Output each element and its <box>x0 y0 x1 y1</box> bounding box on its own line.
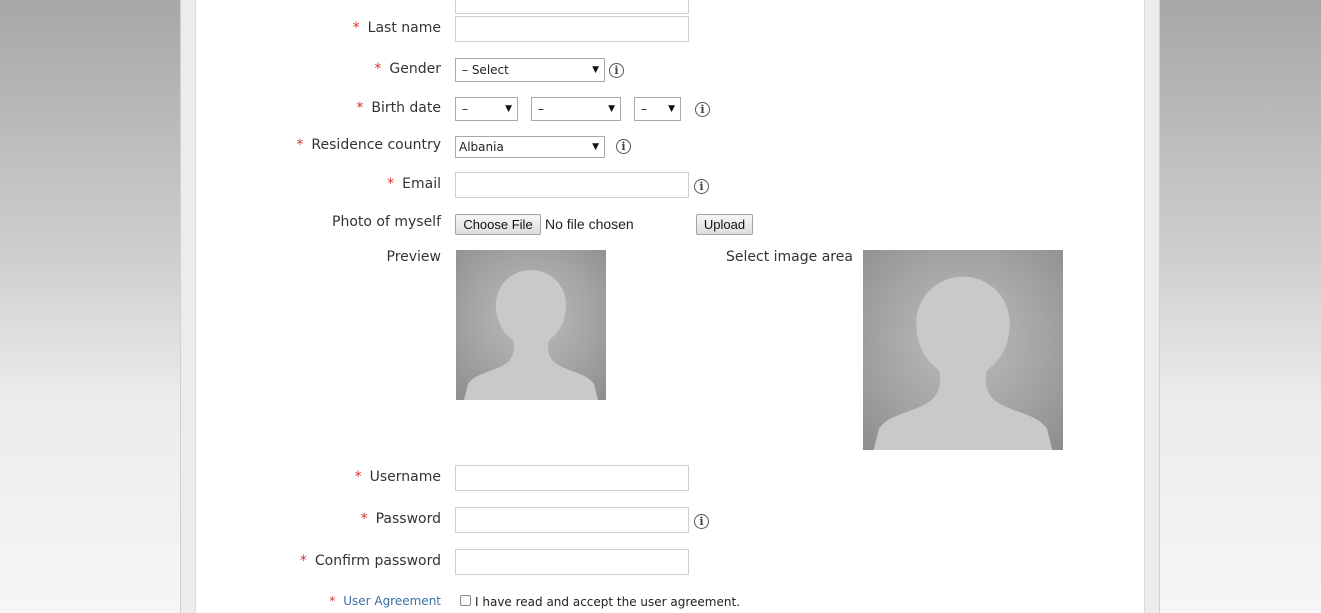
gender-label: * Gender <box>374 61 441 77</box>
residence-country-label: * Residence country <box>296 137 441 153</box>
username-label: * Username <box>354 469 441 485</box>
dropdown-arrow-icon: ▼ <box>608 104 615 114</box>
gender-info-icon[interactable]: i <box>609 63 624 78</box>
required-marker: * <box>374 61 382 77</box>
agreement-checkbox[interactable] <box>460 595 471 606</box>
upload-button[interactable]: Upload <box>696 214 753 235</box>
residence-country-select[interactable]: Albania ▼ <box>455 136 605 158</box>
required-marker: * <box>360 511 368 527</box>
password-input[interactable] <box>455 507 689 533</box>
preview-image <box>456 250 606 400</box>
photo-label: Photo of myself <box>332 214 441 230</box>
email-input[interactable] <box>455 172 689 198</box>
gender-select[interactable]: – Select ▼ <box>455 58 605 82</box>
confirm-password-input[interactable] <box>455 549 689 575</box>
last-name-input[interactable] <box>455 16 689 42</box>
file-status-text: No file chosen <box>545 216 634 232</box>
residence-country-info-icon[interactable]: i <box>616 139 631 154</box>
agreement-text: I have read and accept the user agreemen… <box>475 595 741 609</box>
required-marker: * <box>329 594 336 608</box>
required-marker: * <box>354 469 362 485</box>
birth-day-select[interactable]: – ▼ <box>455 97 518 121</box>
dropdown-arrow-icon: ▼ <box>592 142 599 152</box>
required-marker: * <box>296 137 304 153</box>
user-agreement-label[interactable]: * User Agreement <box>329 594 441 608</box>
last-name-label: * Last name <box>352 20 441 36</box>
choose-file-button[interactable]: Choose File <box>455 214 541 235</box>
password-label: * Password <box>360 511 441 527</box>
required-marker: * <box>352 20 360 36</box>
required-marker: * <box>299 553 307 569</box>
birth-month-select[interactable]: – ▼ <box>531 97 621 121</box>
confirm-password-label: * Confirm password <box>299 553 441 569</box>
password-info-icon[interactable]: i <box>694 514 709 529</box>
avatar-silhouette-icon <box>464 270 598 400</box>
dropdown-arrow-icon: ▼ <box>668 104 675 114</box>
username-input[interactable] <box>455 465 689 491</box>
avatar-silhouette-icon <box>873 276 1053 450</box>
required-marker: * <box>387 176 395 192</box>
first-name-input-partial[interactable] <box>455 0 689 14</box>
dropdown-arrow-icon: ▼ <box>592 65 599 75</box>
birth-date-info-icon[interactable]: i <box>695 102 710 117</box>
crop-area-image[interactable] <box>863 250 1063 450</box>
required-marker: * <box>356 100 364 116</box>
email-label: * Email <box>387 176 441 192</box>
birth-date-label: * Birth date <box>356 100 441 116</box>
preview-label: Preview <box>386 249 442 265</box>
select-image-area-label: Select image area <box>726 249 853 265</box>
birth-year-select[interactable]: – ▼ <box>634 97 681 121</box>
email-info-icon[interactable]: i <box>694 179 709 194</box>
dropdown-arrow-icon: ▼ <box>505 104 512 114</box>
